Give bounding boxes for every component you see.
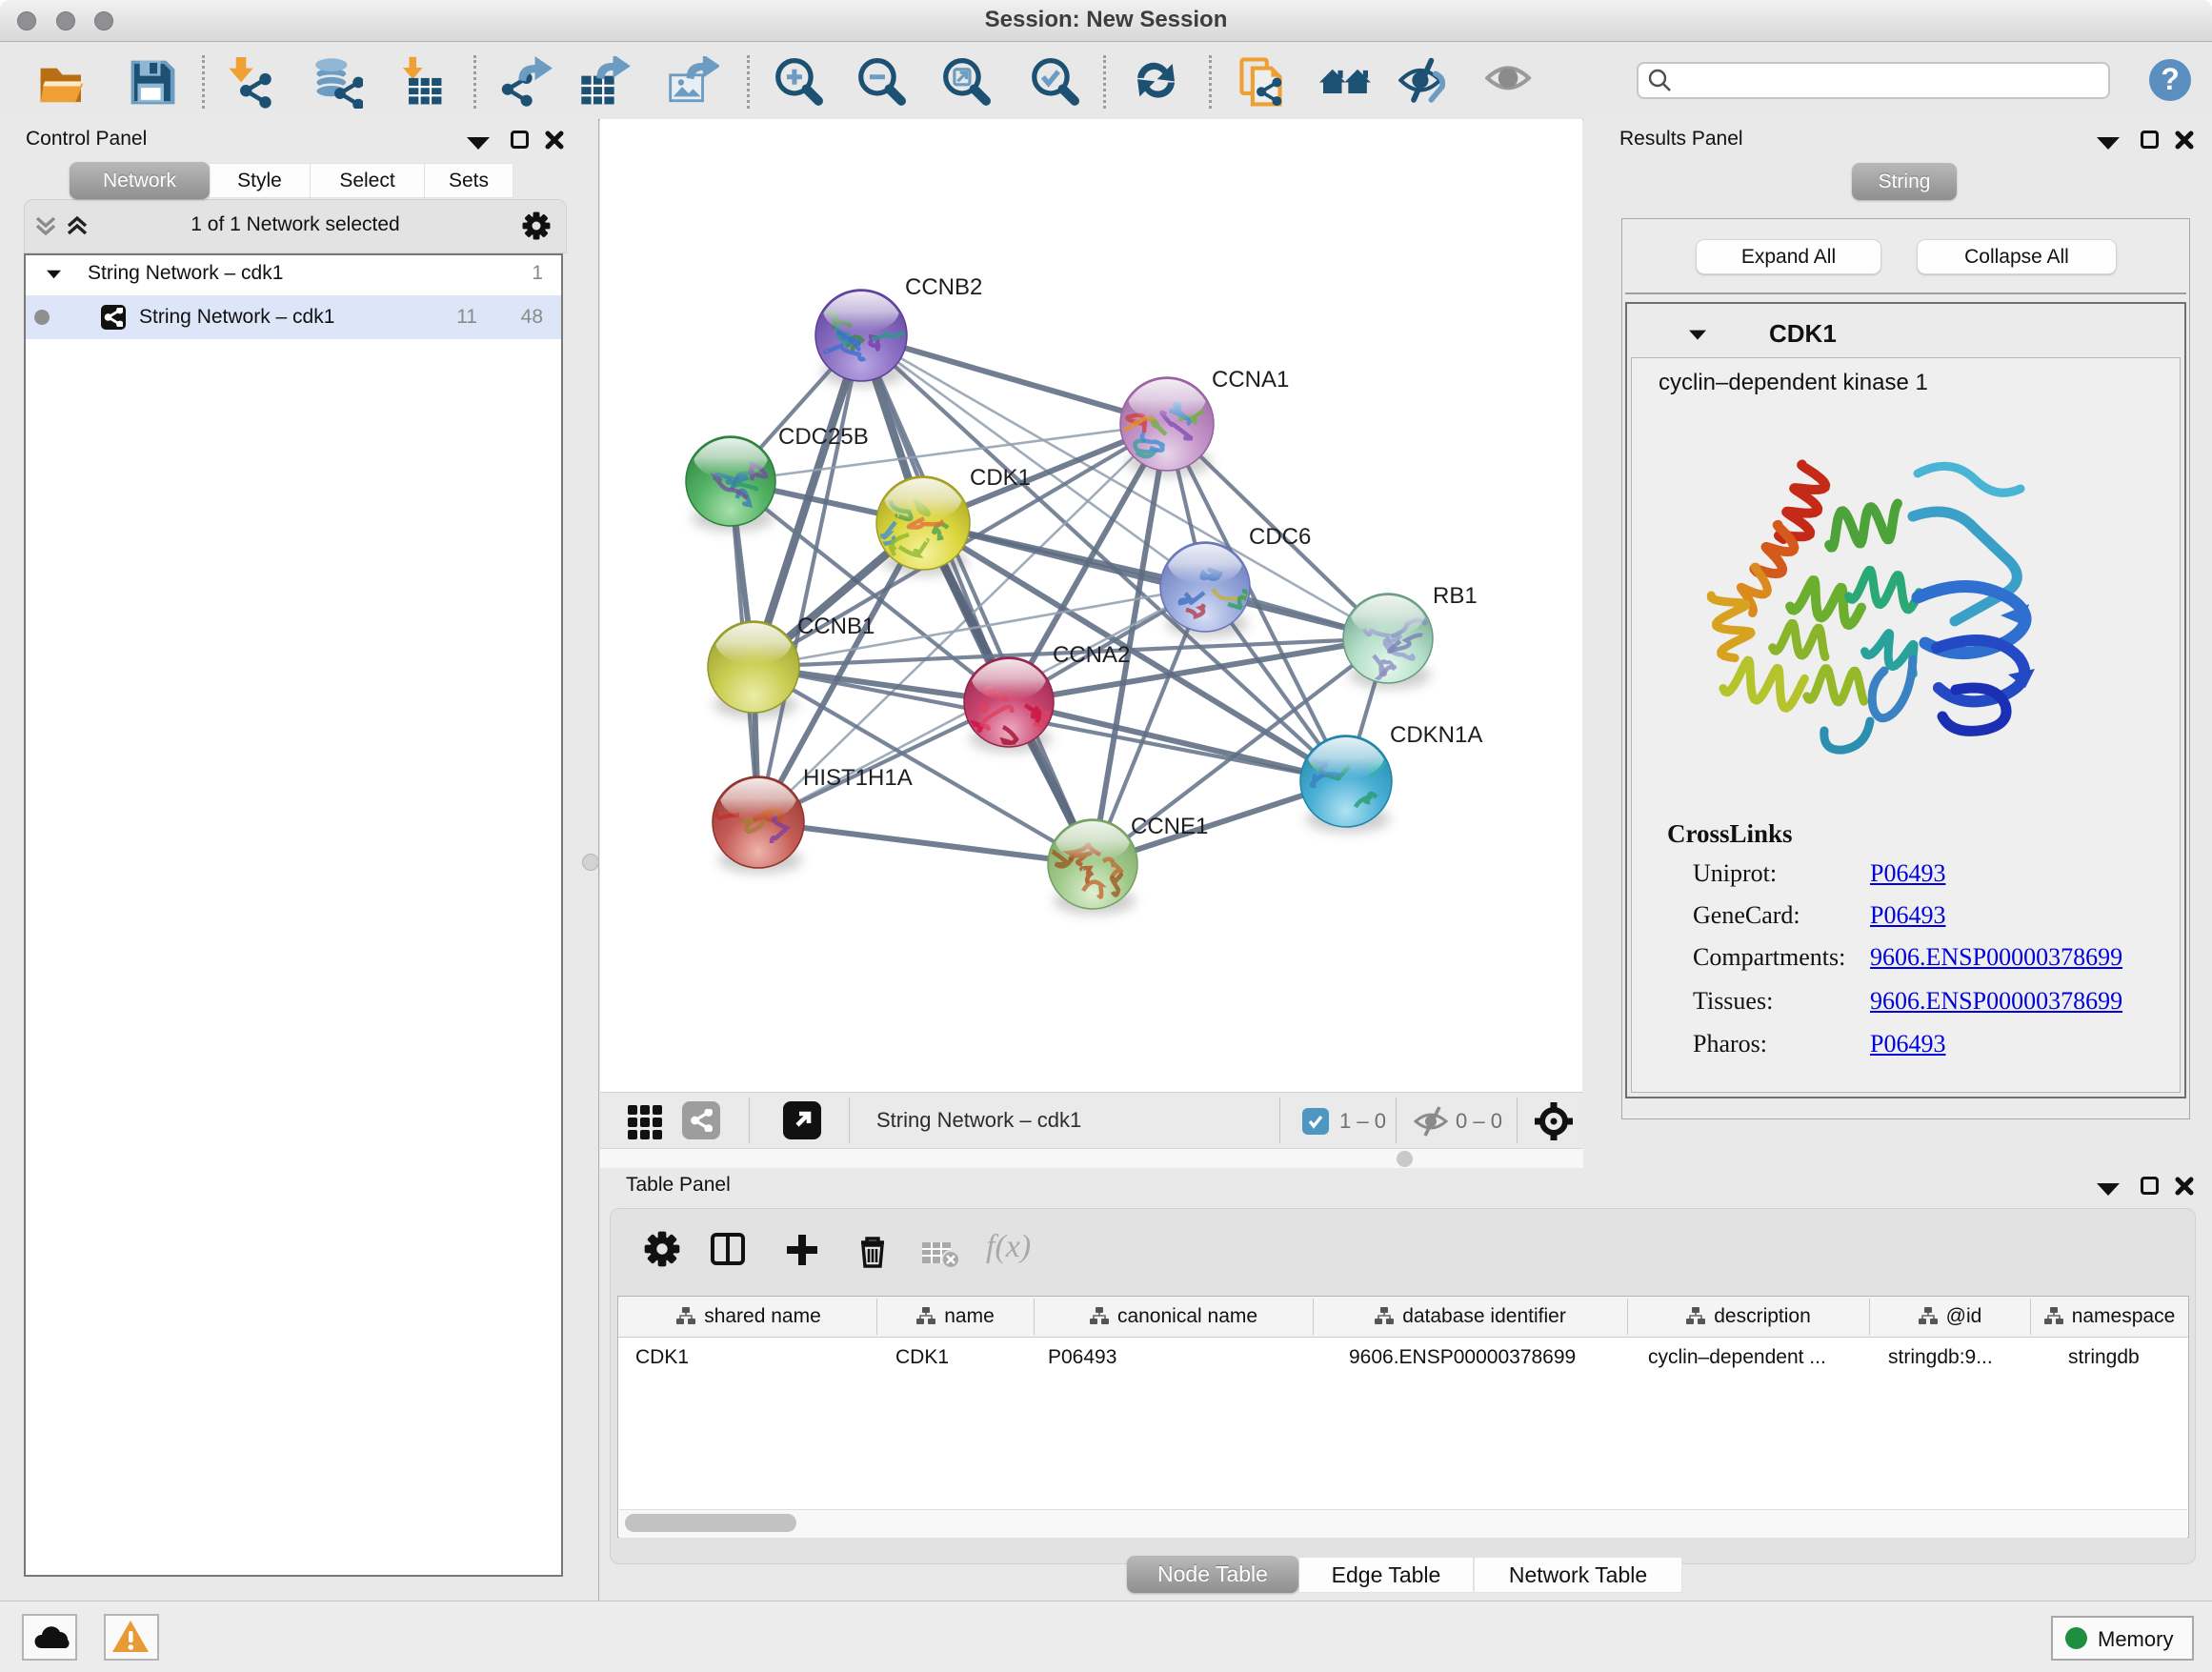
svg-text:CCNB1: CCNB1 (797, 614, 875, 639)
svg-text:CCNA1: CCNA1 (1212, 367, 1289, 393)
svg-text:CDK1: CDK1 (970, 465, 1031, 491)
svg-text:RB1: RB1 (1433, 583, 1478, 609)
svg-text:?: ? (2161, 62, 2180, 96)
svg-text:CDC6: CDC6 (1249, 524, 1311, 550)
svg-text:CCNE1: CCNE1 (1131, 814, 1208, 839)
svg-text:CDKN1A: CDKN1A (1390, 722, 1482, 748)
svg-text:CDC25B: CDC25B (778, 424, 869, 450)
svg-text:CCNA2: CCNA2 (1053, 642, 1130, 668)
svg-text:HIST1H1A: HIST1H1A (803, 765, 913, 791)
svg-text:CCNB2: CCNB2 (905, 274, 982, 300)
